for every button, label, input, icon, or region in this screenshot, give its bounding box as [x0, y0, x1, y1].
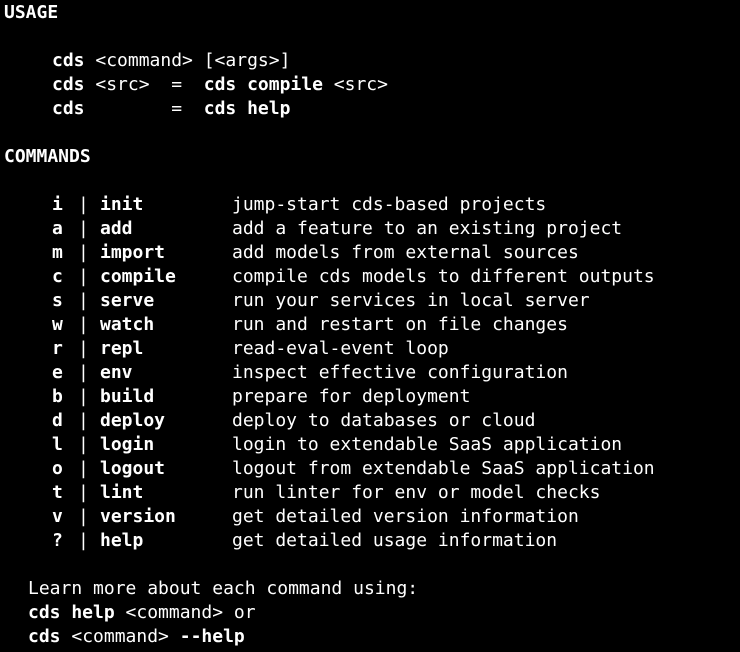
command-name: compile	[100, 266, 176, 287]
command-separator: |	[78, 242, 89, 263]
command-name: add	[100, 218, 133, 239]
command-row: b | build prepare for deployment	[4, 385, 724, 409]
command-shortcut: t	[52, 482, 63, 503]
usage-args: =	[84, 98, 204, 119]
command-name: build	[100, 386, 155, 407]
command-separator: |	[78, 410, 89, 431]
command-row: a | add add a feature to an existing projec…	[4, 217, 724, 241]
command-name: init	[100, 194, 144, 215]
footer-help-line: cds help <command> or	[28, 601, 256, 625]
command-separator: |	[78, 266, 89, 287]
command-name: lint	[100, 482, 144, 503]
usage-alias-args: <src>	[322, 74, 388, 95]
command-shortcut: v	[52, 506, 63, 527]
commands-heading: COMMANDS	[4, 146, 91, 167]
command-shortcut: l	[52, 434, 63, 455]
command-description: jump-start cds-based projects	[232, 194, 547, 215]
footer-flag-command: cds	[28, 626, 61, 647]
command-separator: |	[78, 314, 89, 335]
footer-help-command: cds help	[28, 602, 115, 623]
command-row: v | version get detailed version informatio…	[4, 505, 724, 529]
command-name: help	[100, 530, 144, 551]
command-description: deploy to databases or cloud	[232, 410, 536, 431]
command-row: d | deploy deploy to databases or cloud	[4, 409, 724, 433]
command-shortcut: c	[52, 266, 63, 287]
command-separator: |	[78, 290, 89, 311]
footer-intro: Learn more about each command using:	[28, 578, 419, 599]
command-shortcut: o	[52, 458, 63, 479]
usage-line: cds = cds help	[52, 97, 290, 121]
command-name: repl	[100, 338, 144, 359]
command-description: read-eval-event loop	[232, 338, 449, 359]
terminal-window: USAGE cds <command> [<args>] cds <src> =…	[0, 0, 740, 652]
command-row: c | compile compile cds models to different…	[4, 265, 724, 289]
usage-line: cds <command> [<args>]	[52, 49, 290, 73]
command-shortcut: i	[52, 194, 63, 215]
command-row: l | login login to extendable SaaS applicat…	[4, 433, 724, 457]
command-description: get detailed usage information	[232, 530, 558, 551]
command-description: prepare for deployment	[232, 386, 471, 407]
command-description: add models from external sources	[232, 242, 579, 263]
command-name: version	[100, 506, 176, 527]
command-row: w | watch run and restart on file changes	[4, 313, 724, 337]
usage-command: cds	[52, 98, 85, 119]
command-shortcut: s	[52, 290, 63, 311]
command-name: login	[100, 434, 155, 455]
command-name: env	[100, 362, 133, 383]
usage-heading: USAGE	[4, 2, 59, 23]
usage-line: cds <src> = cds compile <src>	[52, 73, 388, 97]
command-row: m | import add models from external sources	[4, 241, 724, 265]
command-shortcut: ?	[52, 530, 63, 551]
usage-alias-command: cds compile	[203, 74, 323, 95]
command-separator: |	[78, 458, 89, 479]
command-description: inspect effective configuration	[232, 362, 568, 383]
usage-args: <command> [<args>]	[84, 50, 291, 71]
command-description: add a feature to an existing project	[232, 218, 623, 239]
command-shortcut: d	[52, 410, 63, 431]
command-row: o | logout logout from extendable SaaS appl…	[4, 457, 724, 481]
command-shortcut: m	[52, 242, 63, 263]
usage-args: <src> =	[84, 74, 204, 95]
footer-flag-args: <command>	[60, 626, 180, 647]
command-separator: |	[78, 194, 89, 215]
command-separator: |	[78, 506, 89, 527]
command-description: run your services in local server	[232, 290, 590, 311]
usage-alias-command: cds help	[203, 98, 291, 119]
usage-command: cds	[52, 74, 85, 95]
command-separator: |	[78, 386, 89, 407]
command-separator: |	[78, 482, 89, 503]
command-shortcut: a	[52, 218, 63, 239]
command-name: serve	[100, 290, 155, 311]
command-description: run and restart on file changes	[232, 314, 568, 335]
command-name: watch	[100, 314, 155, 335]
footer-help-flag: --help	[179, 626, 245, 647]
footer-flag-line: cds <command> --help	[28, 625, 245, 649]
command-description: get detailed version information	[232, 506, 579, 527]
command-separator: |	[78, 218, 89, 239]
command-shortcut: e	[52, 362, 63, 383]
command-separator: |	[78, 434, 89, 455]
command-description: compile cds models to different outputs	[232, 266, 655, 287]
command-row: t | lint run linter for env or model checks	[4, 481, 724, 505]
command-shortcut: r	[52, 338, 63, 359]
command-shortcut: b	[52, 386, 63, 407]
command-name: logout	[100, 458, 166, 479]
command-description: run linter for env or model checks	[232, 482, 601, 503]
command-description: login to extendable SaaS application	[232, 434, 623, 455]
command-name: import	[100, 242, 166, 263]
command-description: logout from extendable SaaS application	[232, 458, 655, 479]
command-row: i | init jump-start cds-based projects	[4, 193, 724, 217]
command-row: ? | help get detailed usage information	[4, 529, 724, 553]
usage-command: cds	[52, 50, 85, 71]
command-row: r | repl read-eval-event loop	[4, 337, 724, 361]
command-shortcut: w	[52, 314, 63, 335]
command-separator: |	[78, 362, 89, 383]
command-separator: |	[78, 338, 89, 359]
command-name: deploy	[100, 410, 166, 431]
command-row: e | env inspect effective configuration	[4, 361, 724, 385]
command-separator: |	[78, 530, 89, 551]
footer-help-args: <command> or	[114, 602, 256, 623]
command-row: s | serve run your services in local server	[4, 289, 724, 313]
